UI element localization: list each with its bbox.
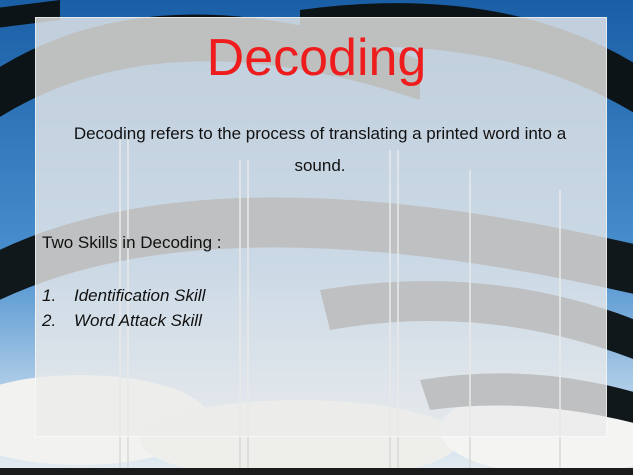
- skill-label: Identification Skill: [74, 286, 206, 305]
- skill-number: 2.: [42, 311, 57, 330]
- skills-list: 1. Identification Skill 2. Word Attack Ski…: [42, 283, 205, 333]
- skill-item: 1. Identification Skill: [42, 283, 205, 308]
- slide-title: Decoding: [206, 29, 427, 87]
- skill-number: 1.: [42, 286, 57, 305]
- slide-description: Decoding refers to the process of transl…: [73, 124, 567, 175]
- skill-label: Word Attack Skill: [74, 311, 202, 330]
- skills-heading: Two Skills in Decoding :: [42, 233, 222, 252]
- skill-item: 2. Word Attack Skill: [42, 308, 205, 333]
